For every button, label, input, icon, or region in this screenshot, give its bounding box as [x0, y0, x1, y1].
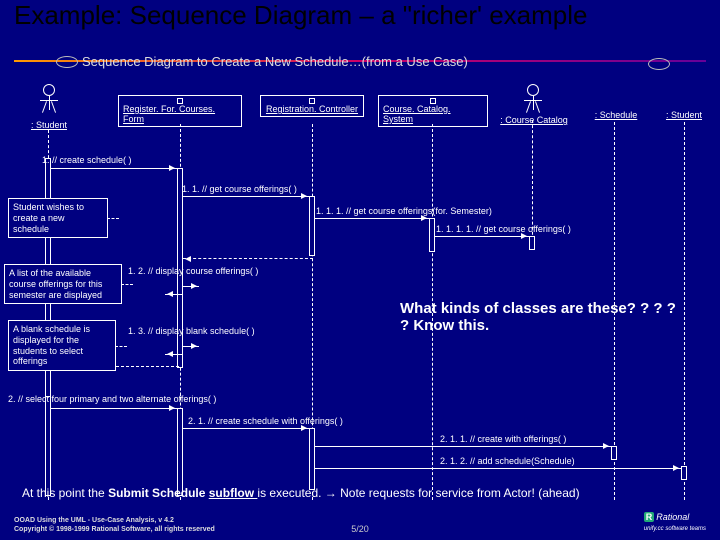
arr-1-3b — [165, 354, 183, 355]
msg-1-2: 1. 2. // display course offerings( ) — [128, 266, 258, 276]
msg-1-1-1: 1. 1. 1. // get course offerings(for. Se… — [316, 206, 492, 216]
msg-1: 1. // create schedule( ) — [42, 155, 132, 165]
actor-label-student-left: : Student — [22, 120, 76, 130]
msg-1-3: 1. 3. // display blank schedule( ) — [128, 326, 255, 336]
lifeline-controller: Registration. Controller — [260, 95, 364, 117]
usecase-oval-right — [648, 58, 670, 70]
msg-2-1-1: 2. 1. 1. // create with offerings( ) — [440, 434, 566, 444]
label-schedule: : Schedule — [586, 110, 646, 120]
label-course-catalog: : Course Catalog — [494, 115, 574, 125]
arr-2 — [51, 408, 177, 409]
note-2: A list of the available course offerings… — [4, 264, 122, 304]
end-note: At this point the Submit Schedule subflo… — [22, 486, 708, 500]
actor-student-left — [40, 84, 58, 121]
msg-2-1-2: 2. 1. 2. // add schedule(Schedule) — [440, 456, 575, 466]
arr-2-1-2 — [315, 468, 681, 469]
actbar-form-2 — [177, 408, 183, 496]
rational-logo: RRational unify.cc software teams — [644, 512, 706, 532]
usecase-label: Sequence Diagram to Create a New Schedul… — [82, 54, 468, 69]
label-student-obj: : Student — [658, 110, 710, 120]
actbar-ctrl-2 — [309, 428, 315, 490]
note-3: A blank schedule is displayed for the st… — [8, 320, 116, 371]
footer: OOAD Using the UML - Use-Case Analysis, … — [14, 517, 215, 534]
actbar-student-2 — [45, 396, 51, 496]
msg-1-1-1-1: 1. 1. 1. 1. // get course offerings( ) — [436, 224, 571, 234]
arr-1-3a — [183, 346, 199, 347]
note-1: Student wishes to create a new schedule — [8, 198, 108, 238]
msg-2: 2. // select four primary and two altern… — [8, 394, 216, 404]
arr-1-2a — [183, 286, 199, 287]
page-number: 5/20 — [351, 524, 369, 534]
arr-1 — [51, 168, 177, 169]
arr-2-1 — [183, 428, 309, 429]
msg-1-1: 1. 1. // get course offerings( ) — [182, 184, 297, 194]
msg-2-1: 2. 1. // create schedule with offerings(… — [188, 416, 343, 426]
callout-text: What kinds of classes are these? ? ? ? ?… — [400, 300, 680, 334]
usecase-oval: Sequence Diagram to Create a New Schedul… — [56, 54, 468, 69]
arr-1-2b — [165, 294, 183, 295]
slide-title: Example: Sequence Diagram – a "richer' e… — [14, 0, 587, 31]
arr-1-1-1 — [315, 218, 429, 219]
lifeline-catalog-system: Course. Catalog. System — [378, 95, 488, 127]
arr-1-1 — [183, 196, 309, 197]
actbar-ctrl-1 — [309, 196, 315, 256]
ret-1-1 — [183, 258, 313, 259]
lifeline-form: Register. For. Courses. Form — [118, 95, 242, 127]
actbar-cat-1 — [429, 218, 435, 252]
arr-1-1-1-1 — [435, 236, 529, 237]
dash-studentobj — [684, 122, 685, 500]
arr-2-1-1 — [315, 446, 611, 447]
